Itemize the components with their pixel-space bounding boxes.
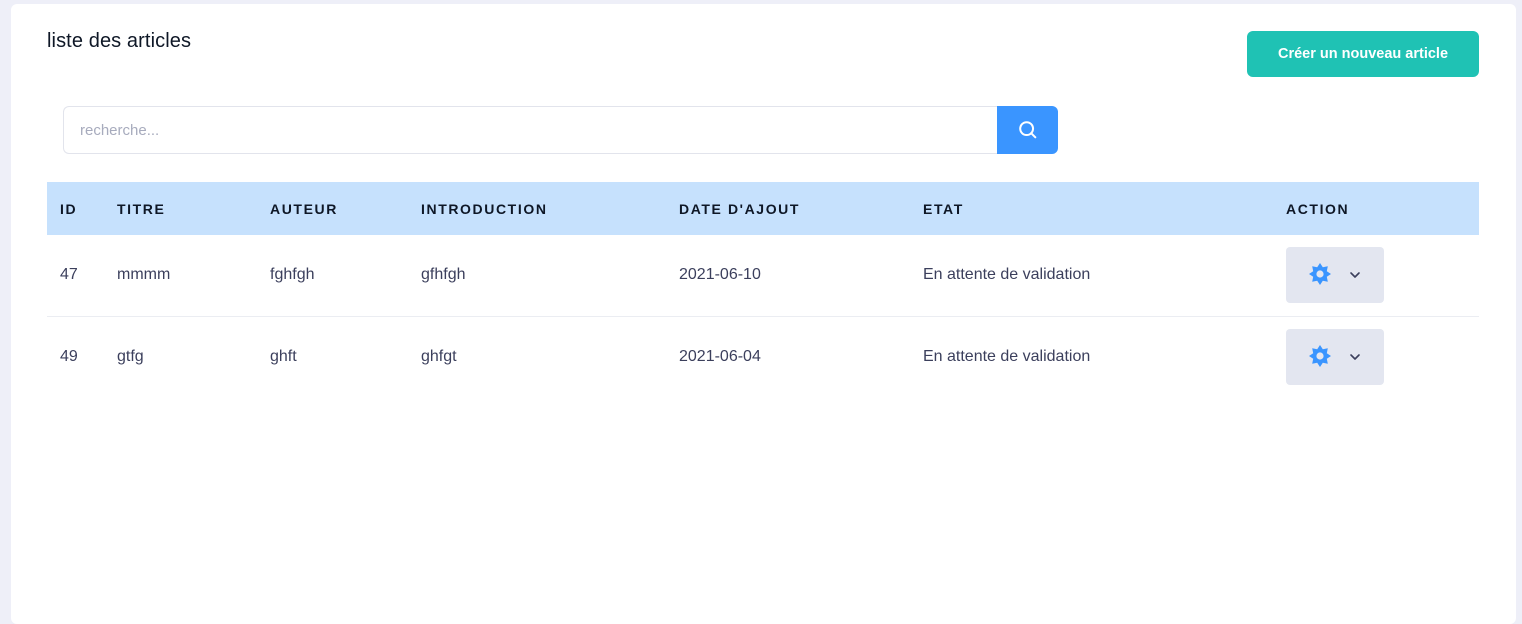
table-header-row: ID TITRE AUTEUR INTRODUCTION DATE D'AJOU… <box>47 182 1479 235</box>
cell-action <box>1273 235 1479 316</box>
table-row: 47 mmmm fghfgh gfhfgh 2021-06-10 En atte… <box>47 235 1479 316</box>
main-card: liste des articles Créer un nouveau arti… <box>11 4 1516 624</box>
cell-etat: En attente de validation <box>923 347 1091 365</box>
gear-icon <box>1306 261 1334 289</box>
header-action: ACTION <box>1286 200 1350 217</box>
articles-table: ID TITRE AUTEUR INTRODUCTION DATE D'AJOU… <box>47 182 1479 397</box>
cell-titre: mmmm <box>117 266 171 284</box>
create-article-button[interactable]: Créer un nouveau article <box>1247 31 1479 77</box>
gear-icon <box>1306 343 1334 371</box>
cell-introduction: ghfgt <box>421 347 457 365</box>
header-etat: ETAT <box>923 200 964 217</box>
chevron-down-icon <box>1348 350 1362 364</box>
search-button[interactable] <box>997 106 1058 154</box>
action-dropdown-button[interactable] <box>1286 328 1384 385</box>
cell-auteur: ghft <box>270 347 297 365</box>
cell-introduction: gfhfgh <box>421 266 466 284</box>
table-row: 49 gtfg ghft ghfgt 2021-06-04 En attente… <box>47 316 1479 397</box>
cell-titre: gtfg <box>117 347 144 365</box>
header-auteur: AUTEUR <box>270 200 338 217</box>
cell-action <box>1273 316 1479 397</box>
page-title: liste des articles <box>47 30 192 52</box>
cell-id: 47 <box>60 266 78 284</box>
cell-id: 49 <box>60 347 78 365</box>
cell-date: 2021-06-10 <box>679 266 761 284</box>
action-dropdown-button[interactable] <box>1286 247 1384 304</box>
search-input[interactable] <box>63 106 997 154</box>
cell-auteur: fghfgh <box>270 266 315 284</box>
cell-date: 2021-06-04 <box>679 347 761 365</box>
header-introduction: INTRODUCTION <box>421 200 548 217</box>
header-titre: TITRE <box>117 200 166 217</box>
chevron-down-icon <box>1348 268 1362 282</box>
header-date: DATE D'AJOUT <box>679 200 801 217</box>
header-id: ID <box>60 200 78 217</box>
cell-etat: En attente de validation <box>923 266 1091 284</box>
search-icon <box>1017 119 1039 141</box>
